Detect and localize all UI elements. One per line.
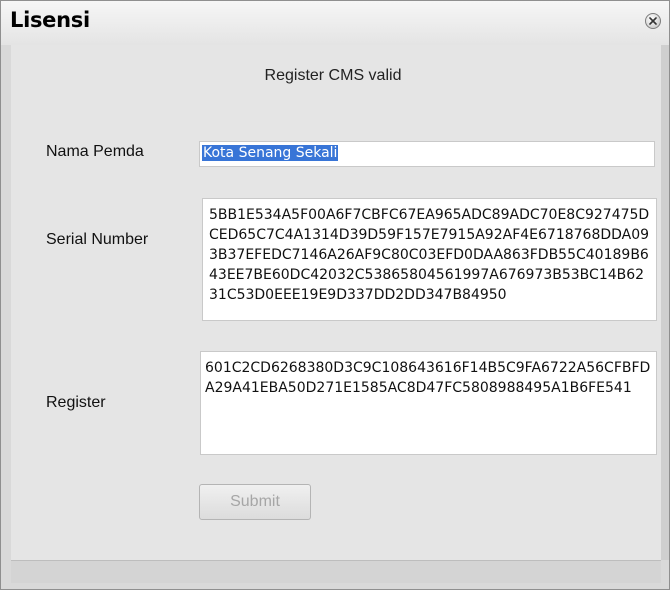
nama-pemda-input[interactable]: Kota Senang Sekali xyxy=(199,141,655,167)
dialog-content: Register CMS valid Nama Pemda Kota Senan… xyxy=(11,45,661,560)
status-message: Register CMS valid xyxy=(264,67,402,84)
dialog-title: Lisensi xyxy=(10,8,90,32)
register-label: Register xyxy=(46,394,106,411)
dialog-footer-bar xyxy=(11,560,661,583)
register-field[interactable]: 601C2CD6268380D3C9C108643616F14B5C9FA672… xyxy=(200,351,657,455)
scrollbar[interactable] xyxy=(661,45,669,560)
serial-number-label: Serial Number xyxy=(46,231,149,248)
nama-pemda-value: Kota Senang Sekali xyxy=(202,145,339,161)
close-x-glyph xyxy=(649,17,657,25)
dialog-titlebar[interactable]: Lisensi xyxy=(1,1,669,45)
nama-pemda-label: Nama Pemda xyxy=(46,143,144,160)
close-icon[interactable] xyxy=(645,13,661,29)
submit-button[interactable]: Submit xyxy=(199,484,311,520)
license-dialog: Lisensi Register CMS valid Nama Pemda Ko… xyxy=(0,0,670,590)
serial-number-field[interactable]: 5BB1E534A5F00A6F7CBFC67EA965ADC89ADC70E8… xyxy=(202,198,657,321)
